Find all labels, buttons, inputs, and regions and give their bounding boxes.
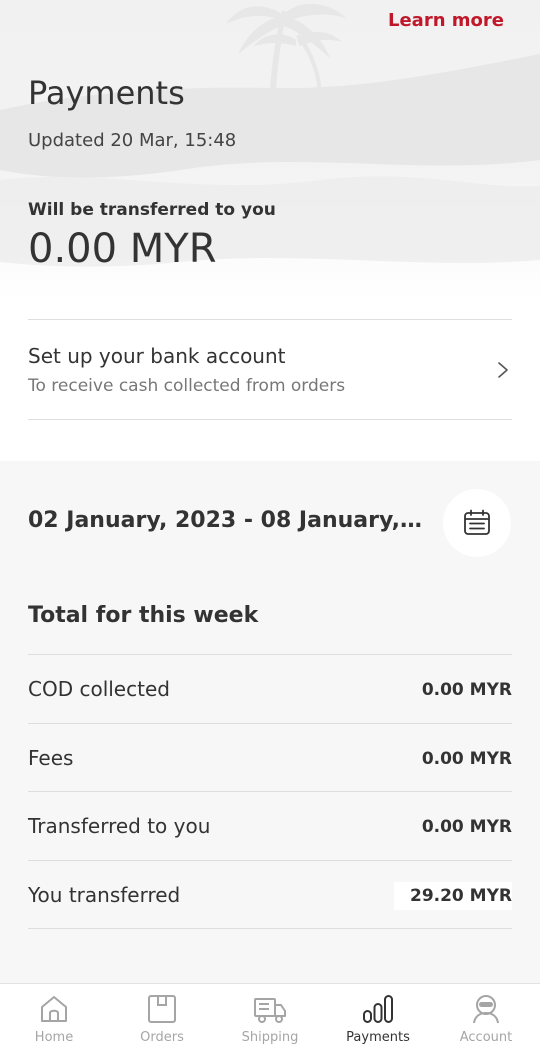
shipping-truck-icon	[254, 998, 286, 1023]
summary-value: 0.00 MYR	[421, 748, 512, 769]
balance-amount: 0.00 MYR	[28, 226, 217, 272]
summary-value: 0.00 MYR	[421, 817, 512, 837]
tab-label: Payments	[346, 1030, 410, 1045]
chevron-right-icon	[498, 362, 508, 378]
week-date-range: 02 January, 2023 - 08 January, 2023	[28, 508, 428, 533]
summary-value: 0.00 MYR	[421, 680, 512, 700]
tab-shipping[interactable]: Shipping	[216, 984, 324, 1059]
balance-label: Will be transferred to you	[28, 200, 276, 220]
summary-label: Fees	[28, 745, 74, 770]
tab-label: Home	[34, 1030, 74, 1045]
payments-header-section: Learn more Payments Updated 20 Mar, 15:4…	[0, 0, 540, 461]
setup-bank-account-row[interactable]: Set up your bank account To receive cash…	[28, 319, 512, 420]
learn-more-link[interactable]: Learn more	[388, 10, 504, 31]
summary-value: 29.20 MYR	[393, 881, 512, 910]
summary-row-cod-collected: COD collected 0.00 MYR	[28, 655, 512, 724]
week-summary-list: COD collected 0.00 MYR Fees 0.00 MYR Tra…	[28, 654, 512, 929]
payments-chart-icon	[363, 995, 393, 1023]
summary-label: Transferred to you	[28, 814, 211, 838]
home-icon	[41, 996, 67, 1022]
tab-payments[interactable]: Payments	[324, 984, 432, 1059]
tab-home[interactable]: Home	[0, 984, 108, 1059]
account-avatar-icon	[473, 995, 499, 1024]
tab-label: Account	[459, 1030, 513, 1045]
week-total-title: Total for this week	[28, 603, 259, 628]
summary-row-fees: Fees 0.00 MYR	[28, 724, 512, 792]
summary-label: COD collected	[28, 677, 170, 701]
calendar-button[interactable]	[443, 489, 511, 557]
tab-orders[interactable]: Orders	[108, 984, 216, 1059]
updated-timestamp: Updated 20 Mar, 15:48	[28, 130, 237, 151]
summary-row-you-transferred: You transferred 29.20 MYR	[28, 861, 512, 929]
bank-setup-subtitle: To receive cash collected from orders	[28, 376, 346, 396]
tab-label: Orders	[140, 1030, 184, 1045]
tab-label: Shipping	[241, 1030, 299, 1045]
page-title: Payments	[28, 74, 185, 112]
bank-setup-title: Set up your bank account	[28, 344, 286, 368]
summary-row-transferred-to-you: Transferred to you 0.00 MYR	[28, 792, 512, 861]
tab-account[interactable]: Account	[432, 984, 540, 1059]
orders-box-icon	[148, 995, 176, 1023]
bottom-tab-bar: Home Orders Shipping Payments Account	[0, 983, 540, 1059]
summary-label: You transferred	[28, 882, 181, 907]
calendar-icon	[464, 509, 490, 535]
